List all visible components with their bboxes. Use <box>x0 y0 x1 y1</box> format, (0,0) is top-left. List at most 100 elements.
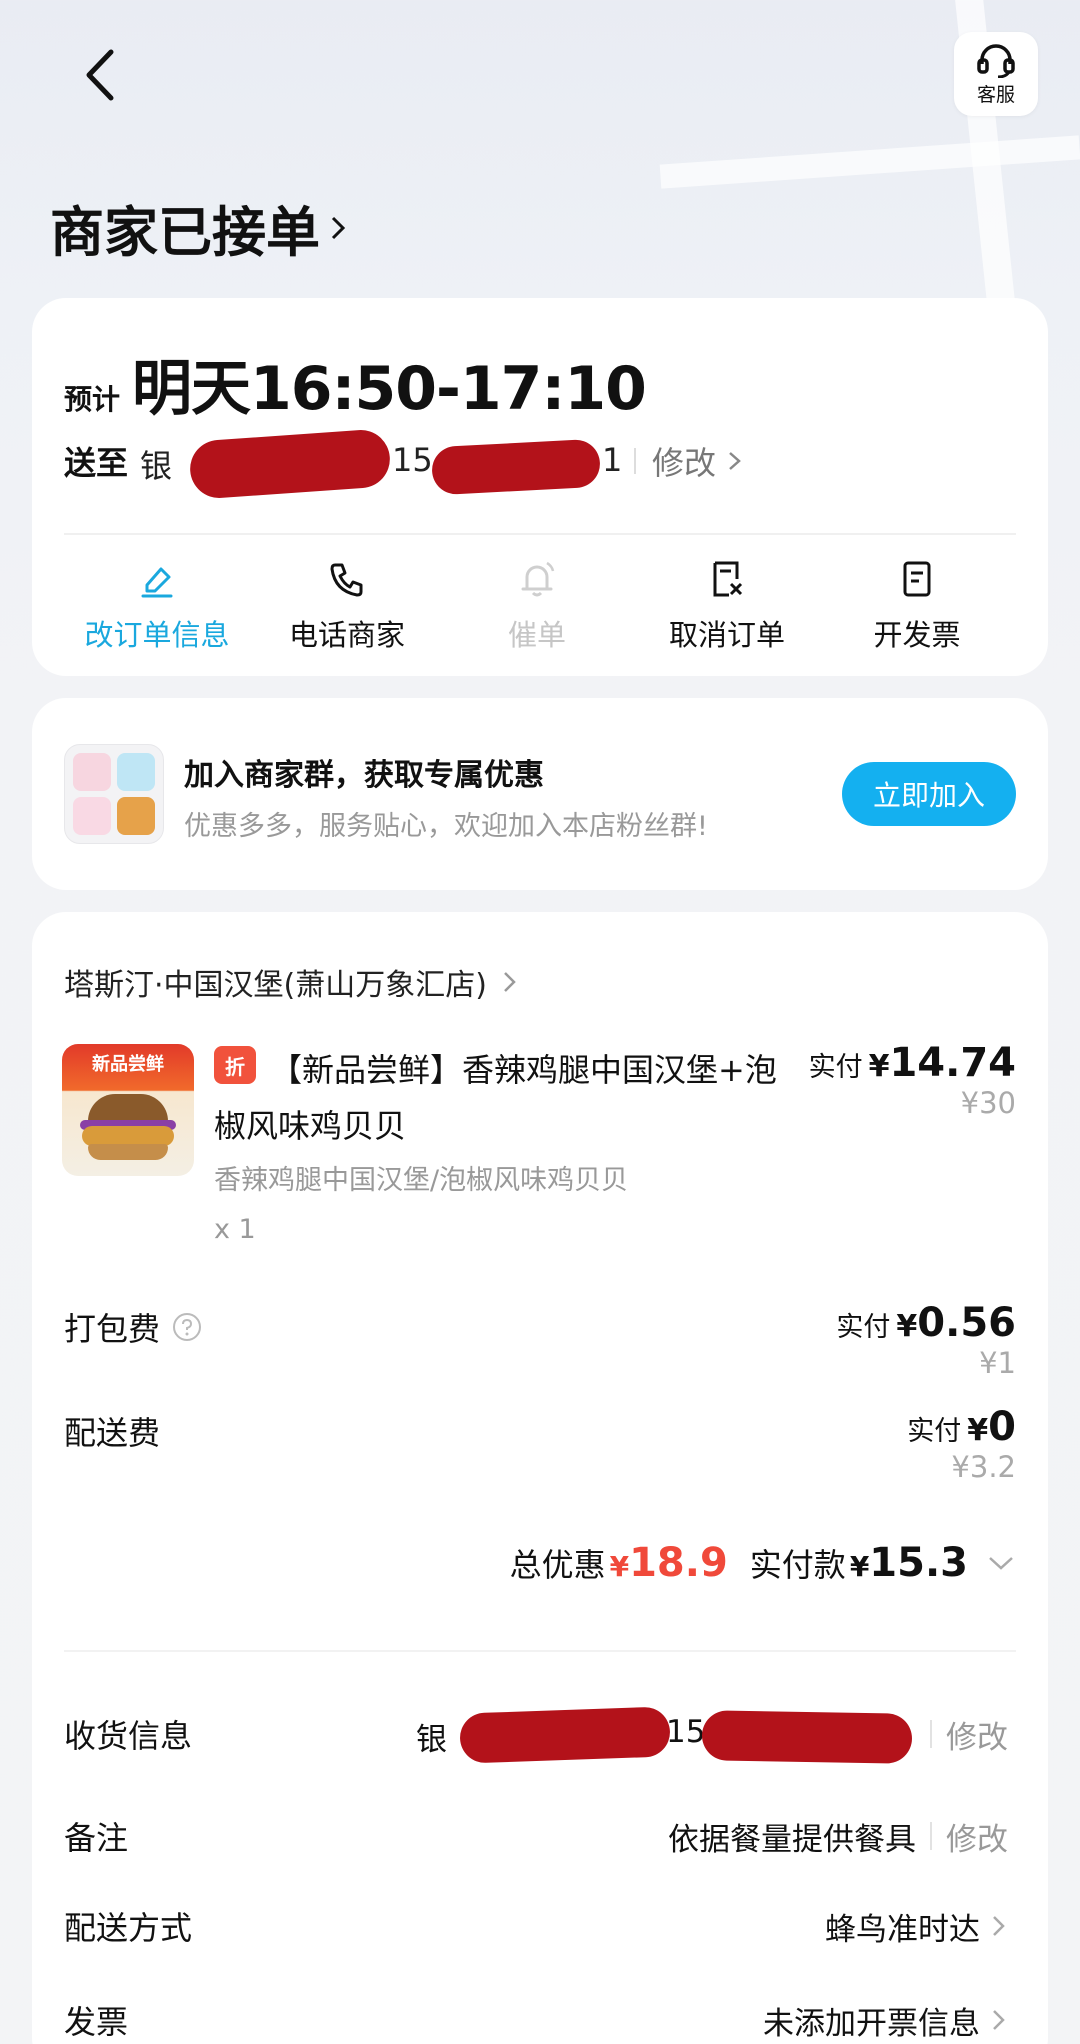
receiver-info-label: 收货信息 <box>64 1717 193 1755</box>
eta: 预计 明天16:50-17:10 <box>64 340 647 427</box>
question-icon[interactable] <box>172 1312 202 1342</box>
packing-fee-label: 打包费 <box>64 1310 161 1348</box>
receiver-info-value: 银 15 <box>416 1706 916 1764</box>
phone-icon <box>327 556 367 602</box>
paid-amount: 0.56 <box>917 1300 1016 1346</box>
discount-total-label: 总优惠 <box>509 1546 606 1584</box>
edit-remark-button[interactable]: 修改 <box>946 1814 1008 1859</box>
chevron-right-icon <box>501 967 519 997</box>
delivery-method-value: 蜂鸟准时达 <box>825 1911 980 1948</box>
item-price: 实付 ¥ 14.74 ¥30 <box>809 1040 1016 1120</box>
food-quantity: x 1 <box>214 1214 256 1245</box>
back-arrow-icon <box>86 49 114 101</box>
bell-icon <box>517 556 557 602</box>
store-link[interactable]: 塔斯汀·中国汉堡(萧山万象汇店) <box>64 960 519 1004</box>
order-summary: 总优惠 ¥ 18.9 实付款 ¥ 15.3 <box>510 1540 1016 1586</box>
invoice-value: 未添加开票信息 <box>763 2005 980 2042</box>
group-subtitle: 优惠多多，服务贴心，欢迎加入本店粉丝群! <box>184 811 708 842</box>
action-label: 电话商家 <box>288 618 405 652</box>
action-label: 改订单信息 <box>84 618 230 652</box>
redaction-mark <box>188 428 392 500</box>
action-call-merchant[interactable]: 电话商家 <box>252 556 442 656</box>
action-label: 取消订单 <box>668 618 785 652</box>
top-bar: 客服 <box>0 0 1080 150</box>
discount-badge: 折 <box>214 1046 256 1084</box>
order-detail-card: 塔斯汀·中国汉堡(萧山万象汇店) 新品尝鲜 【新品尝鲜】香辣鸡腿中国汉堡+泡椒风… <box>32 912 1048 2044</box>
action-urge-order[interactable]: 催单 <box>442 556 632 656</box>
action-invoice[interactable]: 开发票 <box>822 556 1012 656</box>
packing-fee-price: 实付 ¥ 0.56 ¥1 <box>836 1300 1016 1380</box>
invoice-label: 发票 <box>64 2003 129 2041</box>
paid-total: 15.3 <box>869 1540 968 1586</box>
divider <box>634 448 637 474</box>
remark-row: 备注 依据餐量提供餐具 修改 <box>64 1806 1008 1866</box>
action-cancel-order[interactable]: 取消订单 <box>632 556 822 656</box>
delivery-fee-price: 实付 ¥ 0 ¥3.2 <box>907 1404 1016 1484</box>
join-group-button[interactable]: 立即加入 <box>842 762 1016 826</box>
original-price: ¥3.2 <box>951 1450 1016 1484</box>
receiver-info-row: 收货信息 银 15 修改 <box>64 1704 1008 1764</box>
food-spec: 香辣鸡腿中国汉堡/泡椒风味鸡贝贝 <box>214 1165 629 1196</box>
back-button[interactable] <box>70 40 130 110</box>
action-label: 催单 <box>507 618 566 652</box>
paid-amount: 0 <box>988 1404 1016 1450</box>
redaction-mark <box>430 438 602 496</box>
divider <box>64 533 1016 535</box>
delivery-fee-row: 配送费 <box>64 1408 160 1454</box>
original-price: ¥30 <box>960 1086 1016 1120</box>
delivery-fee-label: 配送费 <box>64 1414 161 1452</box>
chevron-right-icon <box>729 452 741 470</box>
order-status-title[interactable]: 商家已接单 <box>50 188 346 267</box>
paid-amount: 14.74 <box>889 1040 1016 1086</box>
divider <box>930 1822 932 1850</box>
delivery-method-row[interactable]: 配送方式 蜂鸟准时达 <box>64 1896 1008 1956</box>
action-label: 开发票 <box>873 618 961 652</box>
currency: ¥ <box>609 1550 630 1583</box>
order-actions: 改订单信息 电话商家 催单 取消订单 开发票 <box>32 556 1048 656</box>
customer-service-button[interactable]: 客服 <box>954 32 1038 116</box>
edit-address-button[interactable]: 修改 <box>652 438 744 484</box>
redaction-mark <box>701 1710 913 1764</box>
chevron-right-icon <box>990 2005 1008 2035</box>
delivery-method-label: 配送方式 <box>64 1909 193 1947</box>
invoice-icon <box>897 556 937 602</box>
group-avatar <box>64 744 164 844</box>
divider <box>930 1720 932 1748</box>
cancel-doc-icon <box>707 556 747 602</box>
packing-fee-row: 打包费 <box>64 1304 202 1350</box>
paid-label: 实付 <box>808 1052 863 1083</box>
paid-label: 实付 <box>836 1312 891 1343</box>
address-text: 银 15 1 <box>140 428 622 500</box>
currency: ¥ <box>896 1309 918 1344</box>
store-name: 塔斯汀·中国汉堡(萧山万象汇店) <box>64 968 487 1003</box>
original-price: ¥1 <box>979 1346 1016 1380</box>
edit-receiver-button[interactable]: 修改 <box>946 1712 1008 1757</box>
currency: ¥ <box>967 1413 989 1448</box>
address-label: 送至 <box>64 444 129 482</box>
delivery-card: 预计 明天16:50-17:10 送至 银 15 1 修改 改订单信息 电话商家… <box>32 298 1048 676</box>
invoice-row[interactable]: 发票 未添加开票信息 <box>64 1990 1008 2044</box>
delivery-address-row: 送至 银 15 1 修改 <box>64 428 744 500</box>
customer-service-label: 客服 <box>976 83 1015 106</box>
food-image-tag: 新品尝鲜 <box>92 1054 164 1075</box>
currency: ¥ <box>868 1049 890 1084</box>
action-edit-order[interactable]: 改订单信息 <box>62 556 252 656</box>
food-image[interactable]: 新品尝鲜 <box>62 1044 194 1176</box>
edit-icon <box>137 556 177 602</box>
discount-total: 18.9 <box>629 1540 728 1586</box>
eta-label: 预计 <box>64 383 121 416</box>
group-title: 加入商家群，获取专属优惠 <box>184 758 544 793</box>
divider <box>64 1650 1016 1652</box>
remark-label: 备注 <box>64 1819 129 1857</box>
status-text: 商家已接单 <box>50 201 320 264</box>
food-name: 【新品尝鲜】香辣鸡腿中国汉堡+泡椒风味鸡贝贝 <box>214 1051 777 1145</box>
chevron-right-icon <box>330 214 346 242</box>
remark-value: 依据餐量提供餐具 <box>668 1821 916 1858</box>
paid-label: 实付 <box>907 1416 962 1447</box>
headset-icon <box>977 43 1015 78</box>
paid-total-label: 实付款 <box>749 1546 846 1584</box>
chevron-down-icon[interactable] <box>986 1554 1016 1572</box>
currency: ¥ <box>849 1550 870 1583</box>
merchant-group-card: 加入商家群，获取专属优惠 优惠多多，服务贴心，欢迎加入本店粉丝群! 立即加入 <box>32 698 1048 890</box>
eta-time: 明天16:50-17:10 <box>132 354 647 424</box>
